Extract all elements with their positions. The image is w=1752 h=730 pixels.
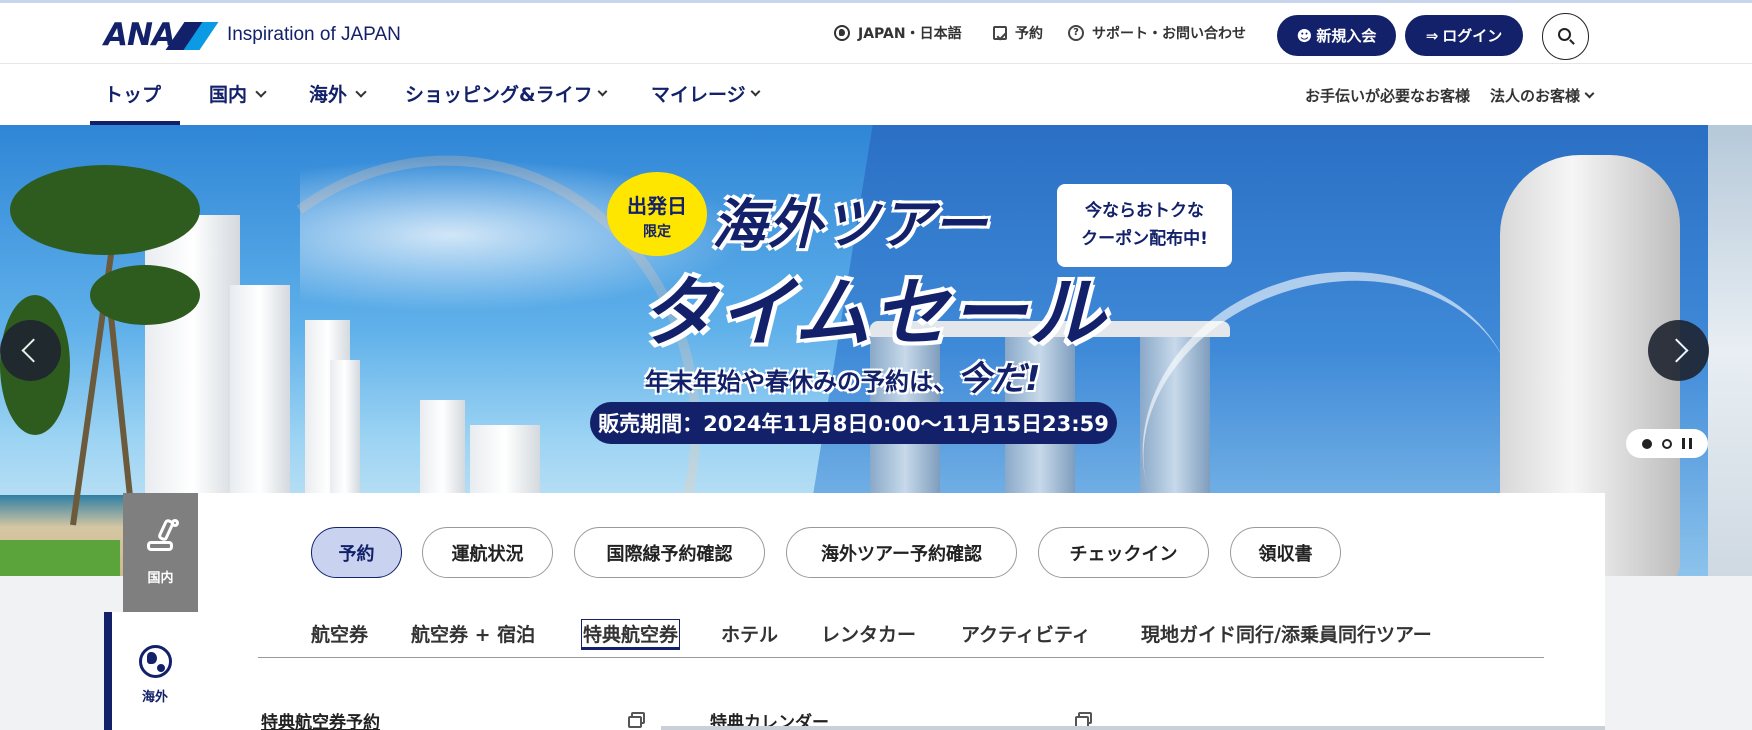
user-add-icon: ☻ [1296, 26, 1313, 45]
support-link[interactable]: ? サポート・お問い合わせ [1068, 23, 1246, 43]
departure-limited-badge: 出発日 限定 [607, 172, 707, 256]
hero-subtitle: 年末年始や春休みの予約は、今だ! [645, 359, 1041, 399]
corporate-link[interactable]: 法人のお客様 [1490, 85, 1595, 106]
chip-flight-status[interactable]: 運航状況 [422, 527, 553, 578]
subtab-hotel[interactable]: ホテル [721, 620, 778, 647]
chevron-down-icon [750, 86, 761, 97]
nav-item-mileage[interactable]: マイレージ [651, 80, 761, 107]
support-label: サポート・お問い合わせ [1092, 26, 1246, 42]
subtab-rental-car[interactable]: レンタカー [821, 620, 916, 647]
page: ANA Inspiration of JAPAN JAPAN・日本語 予約 ? … [0, 0, 1752, 730]
pause-icon[interactable] [1682, 438, 1692, 449]
ana-logo[interactable]: ANA Inspiration of JAPAN [104, 17, 401, 53]
seat-icon [143, 517, 179, 559]
region-selector[interactable]: JAPAN・日本語 [834, 23, 962, 43]
tab-international[interactable]: 海外 [104, 612, 198, 730]
header: ANA Inspiration of JAPAN JAPAN・日本語 予約 ? … [0, 0, 1752, 63]
login-button[interactable]: ⇒ ログイン [1405, 15, 1523, 56]
chevron-down-icon [1584, 88, 1595, 99]
carousel-next-button[interactable] [1648, 320, 1709, 381]
globe-icon [138, 645, 172, 678]
chevron-down-icon [255, 85, 267, 98]
coupon-callout: 今ならおトクな クーポン配布中! [1057, 184, 1232, 267]
register-button[interactable]: ☻ 新規入会 [1277, 15, 1396, 56]
global-nav: トップ 国内 海外 ショッピング&ライフ マイレージ お手伝いが必要なお客様 法… [0, 63, 1752, 125]
subtab-guided-tour[interactable]: 現地ガイド同行/添乗員同行ツアー [1141, 620, 1432, 647]
carousel-dot-1[interactable] [1642, 438, 1652, 449]
subtab-flight-hotel[interactable]: 航空券 + 宿泊 [411, 620, 535, 647]
help-icon: ? [1068, 25, 1084, 41]
carousel-prev-button[interactable] [0, 320, 61, 381]
chip-checkin[interactable]: チェックイン [1038, 527, 1209, 578]
hero-title-line2: タイムセール [640, 268, 1107, 357]
globe-icon [834, 25, 850, 41]
logo-tagline: Inspiration of JAPAN [226, 24, 401, 45]
subtab-award-ticket[interactable]: 特典航空券 [581, 619, 681, 650]
carousel-dot-2[interactable] [1662, 438, 1672, 449]
login-icon: ⇒ [1425, 26, 1439, 45]
external-link-icon [628, 712, 645, 728]
carousel-controls [1626, 429, 1708, 458]
booking-panel: 予約 運航状況 国際線予約確認 海外ツアー予約確認 チェックイン 領収書 航空券… [198, 493, 1605, 730]
reserve-label: 予約 [1015, 26, 1043, 42]
assistance-link[interactable]: お手伝いが必要なお客様 [1305, 85, 1470, 106]
logo-wings-icon [165, 20, 219, 50]
nav-item-top[interactable]: トップ [104, 80, 161, 107]
register-label: 新規入会 [1316, 27, 1377, 45]
calendar-icon [993, 26, 1007, 40]
logo-text: ANA [104, 17, 176, 53]
subtab-activity[interactable]: アクティビティ [961, 620, 1091, 647]
sale-period: 販売期間：2024年11月8日0:00〜11月15日23:59 [590, 402, 1117, 444]
chevron-down-icon [355, 85, 367, 98]
subtab-flight[interactable]: 航空券 [311, 620, 368, 647]
login-label: ログイン [1442, 27, 1503, 45]
nav-item-domestic[interactable]: 国内 [209, 80, 267, 107]
nav-item-shopping[interactable]: ショッピング&ライフ [405, 80, 608, 107]
subtab-divider [258, 657, 1544, 658]
tab-domestic[interactable]: 国内 [123, 493, 198, 612]
chevron-down-icon [597, 86, 608, 97]
nav-item-international[interactable]: 海外 [309, 80, 367, 107]
scroll-edge [661, 726, 1605, 730]
award-booking-link[interactable]: 特典航空券予約 [261, 708, 380, 730]
chip-tour-booking-check[interactable]: 海外ツアー予約確認 [786, 527, 1017, 578]
reserve-link[interactable]: 予約 [993, 23, 1043, 43]
hero-title-line1: 海外ツアー [712, 193, 989, 256]
external-link-icon [1075, 712, 1092, 728]
chip-intl-booking-check[interactable]: 国際線予約確認 [574, 527, 765, 578]
chip-receipt[interactable]: 領収書 [1230, 527, 1341, 578]
search-button[interactable] [1542, 13, 1589, 60]
next-slide-peek[interactable] [1708, 125, 1752, 576]
chip-reserve[interactable]: 予約 [311, 527, 402, 578]
region-label: JAPAN・日本語 [858, 26, 962, 42]
